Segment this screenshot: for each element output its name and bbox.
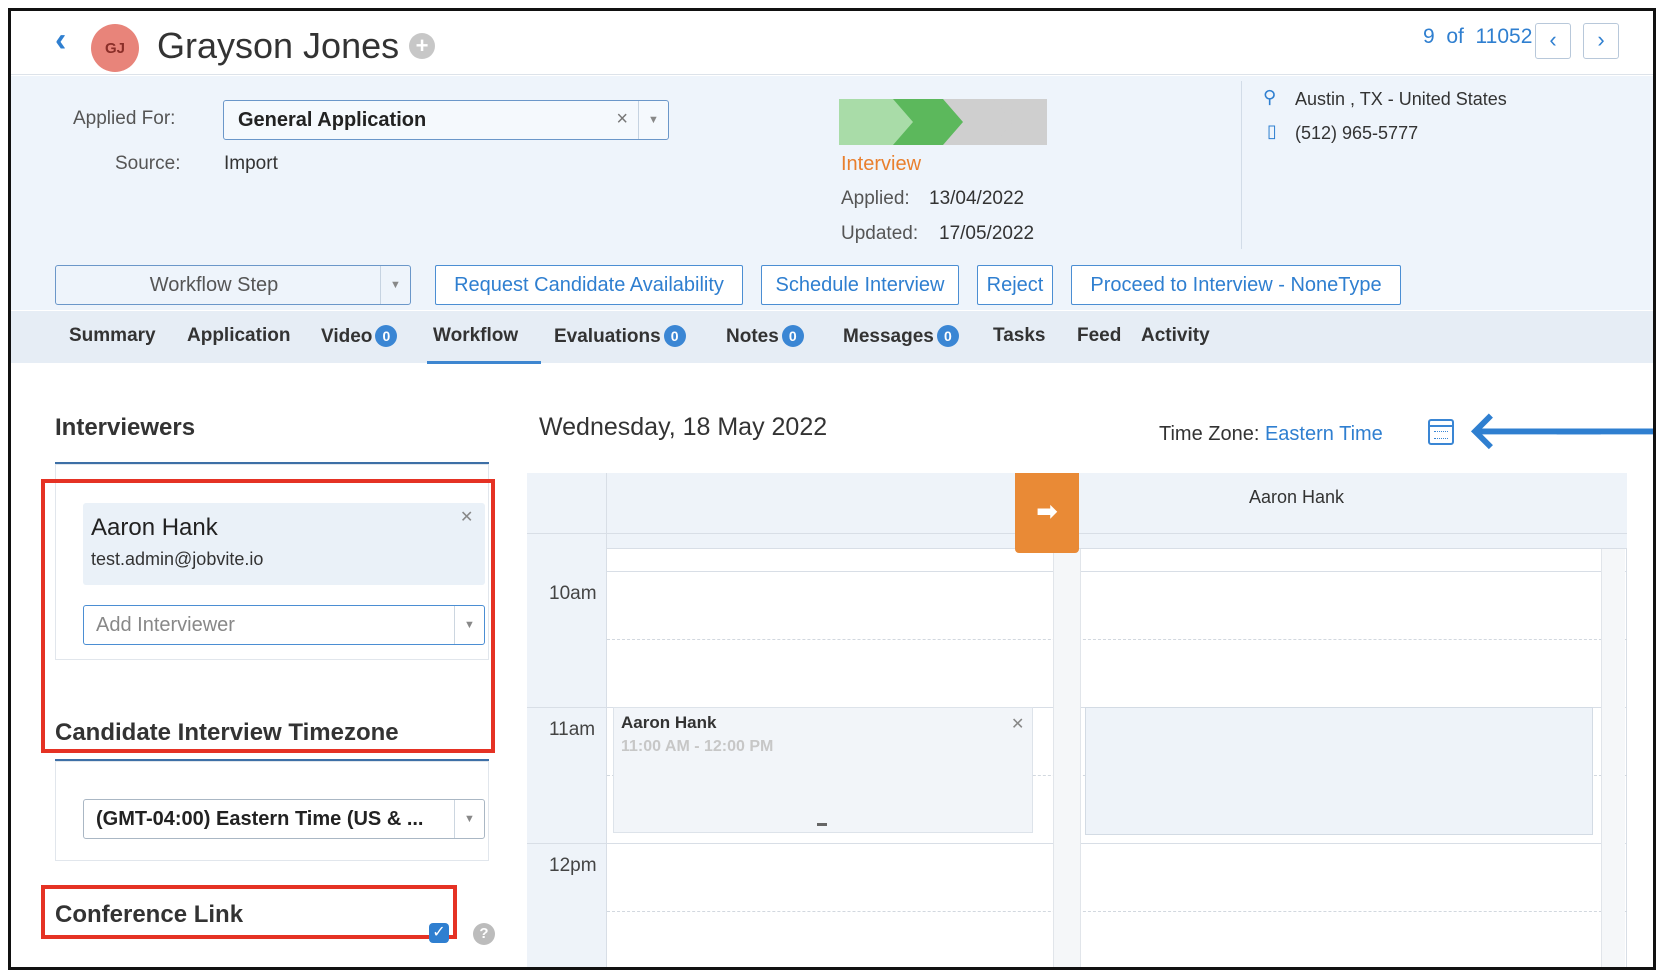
workflow-step-select[interactable]: Workflow Step ▼ <box>55 265 411 305</box>
conference-link-title: Conference Link <box>55 901 244 928</box>
updated-date-label: Updated: <box>841 223 919 244</box>
source-value: Import <box>224 153 278 174</box>
location-text: Austin , TX - United States <box>1295 89 1507 109</box>
shift-slot-arrow-icon[interactable]: ➡ <box>1015 473 1079 553</box>
messages-count-badge: 0 <box>936 325 959 347</box>
conference-link-checkbox[interactable]: ✓ <box>429 923 449 943</box>
stage-name: Interview <box>841 153 922 175</box>
tab-video[interactable]: Video 0 <box>321 325 398 348</box>
calendar-date: Wednesday, 18 May 2022 <box>539 413 828 441</box>
column-gutter <box>1601 549 1625 967</box>
notes-count-badge: 0 <box>781 325 804 347</box>
tab-tasks[interactable]: Tasks <box>993 325 1045 347</box>
tab-summary[interactable]: Summary <box>69 325 156 347</box>
candidate-name: Grayson Jones <box>157 25 400 66</box>
reject-button[interactable]: Reject <box>977 265 1053 305</box>
active-tab-indicator <box>427 361 541 364</box>
hour-line <box>607 571 1627 572</box>
pager-count: 9 of 11052 <box>1423 25 1533 48</box>
avatar: GJ <box>91 24 139 72</box>
request-availability-button[interactable]: Request Candidate Availability <box>435 265 743 305</box>
timezone-link[interactable]: Eastern Time <box>1265 423 1383 445</box>
remove-event-icon[interactable]: ✕ <box>1011 714 1024 734</box>
interviewers-title: Interviewers <box>55 414 196 441</box>
column-gutter <box>1053 549 1081 967</box>
applied-date-label: Applied: <box>841 188 910 209</box>
chevron-down-icon[interactable]: ▼ <box>454 800 484 838</box>
half-hour-line <box>607 639 1627 640</box>
applied-for-label: Applied For: <box>73 108 176 129</box>
updated-date: 17/05/2022 <box>939 223 1035 244</box>
time-label: 10am <box>549 583 597 604</box>
event-title: Aaron Hank <box>621 713 717 732</box>
tab-bar: Summary Application Video 0 Workflow Eval… <box>11 311 1653 363</box>
event-time: 11:00 AM - 12:00 PM <box>621 738 774 755</box>
time-label: 11am <box>549 719 596 740</box>
timezone-select[interactable]: (GMT-04:00) Eastern Time (US & ... ▼ <box>83 799 485 839</box>
next-candidate-button[interactable]: › <box>1583 23 1619 59</box>
highlight-box-interviewers <box>41 479 495 753</box>
applied-for-value: General Application <box>238 109 427 131</box>
time-label: 12pm <box>549 855 597 876</box>
info-divider <box>1241 81 1242 249</box>
interviewer-busy-block <box>1085 707 1593 835</box>
app-window: ‹ GJ Grayson Jones + 9 of 11052 ‹ › Appl… <box>8 8 1656 970</box>
tab-feed[interactable]: Feed <box>1077 325 1121 347</box>
calendar-column-header: Aaron Hank <box>1249 487 1345 507</box>
schedule-interview-button[interactable]: Schedule Interview <box>761 265 959 305</box>
tab-messages[interactable]: Messages 0 <box>843 325 959 348</box>
tab-workflow[interactable]: Workflow <box>433 325 518 347</box>
chevron-down-icon[interactable]: ▼ <box>380 266 410 304</box>
hour-line <box>607 843 1627 844</box>
tab-activity[interactable]: Activity <box>1141 325 1210 347</box>
evaluations-count-badge: 0 <box>663 325 686 347</box>
calendar-icon[interactable] <box>1428 419 1454 445</box>
back-chevron-icon[interactable]: ‹ <box>55 23 66 57</box>
workflow-progress <box>839 99 1047 145</box>
event-resize-handle[interactable] <box>817 823 827 826</box>
workflow-step-label: Workflow Step <box>149 274 279 296</box>
video-count-badge: 0 <box>375 325 398 347</box>
calendar-timezone: Time Zone: Eastern Time <box>1159 423 1383 445</box>
next-day-arrow-icon[interactable]: 🡒 <box>1551 405 1653 457</box>
prev-candidate-button[interactable]: ‹ <box>1535 23 1571 59</box>
applied-date: 13/04/2022 <box>929 188 1025 209</box>
half-hour-line <box>607 911 1627 912</box>
applied-for-select[interactable]: General Application × ▼ <box>223 100 669 140</box>
tab-notes[interactable]: Notes 0 <box>726 325 804 348</box>
hour-line <box>527 707 607 708</box>
add-icon[interactable]: + <box>409 33 435 59</box>
proceed-button[interactable]: Proceed to Interview - NoneType <box>1071 265 1401 305</box>
help-icon[interactable]: ? <box>473 923 495 945</box>
tab-application[interactable]: Application <box>187 325 290 347</box>
clear-icon[interactable]: × <box>616 108 628 131</box>
location-icon: ⚲ <box>1263 87 1277 107</box>
timezone-value: (GMT-04:00) Eastern Time (US & ... <box>96 808 424 830</box>
phone-icon: ▯ <box>1267 121 1277 141</box>
tab-evaluations[interactable]: Evaluations 0 <box>554 325 686 348</box>
phone-text: (512) 965-5777 <box>1295 123 1419 143</box>
hour-line <box>527 843 607 844</box>
source-label: Source: <box>115 153 181 174</box>
chevron-down-icon[interactable]: ▼ <box>638 101 668 139</box>
